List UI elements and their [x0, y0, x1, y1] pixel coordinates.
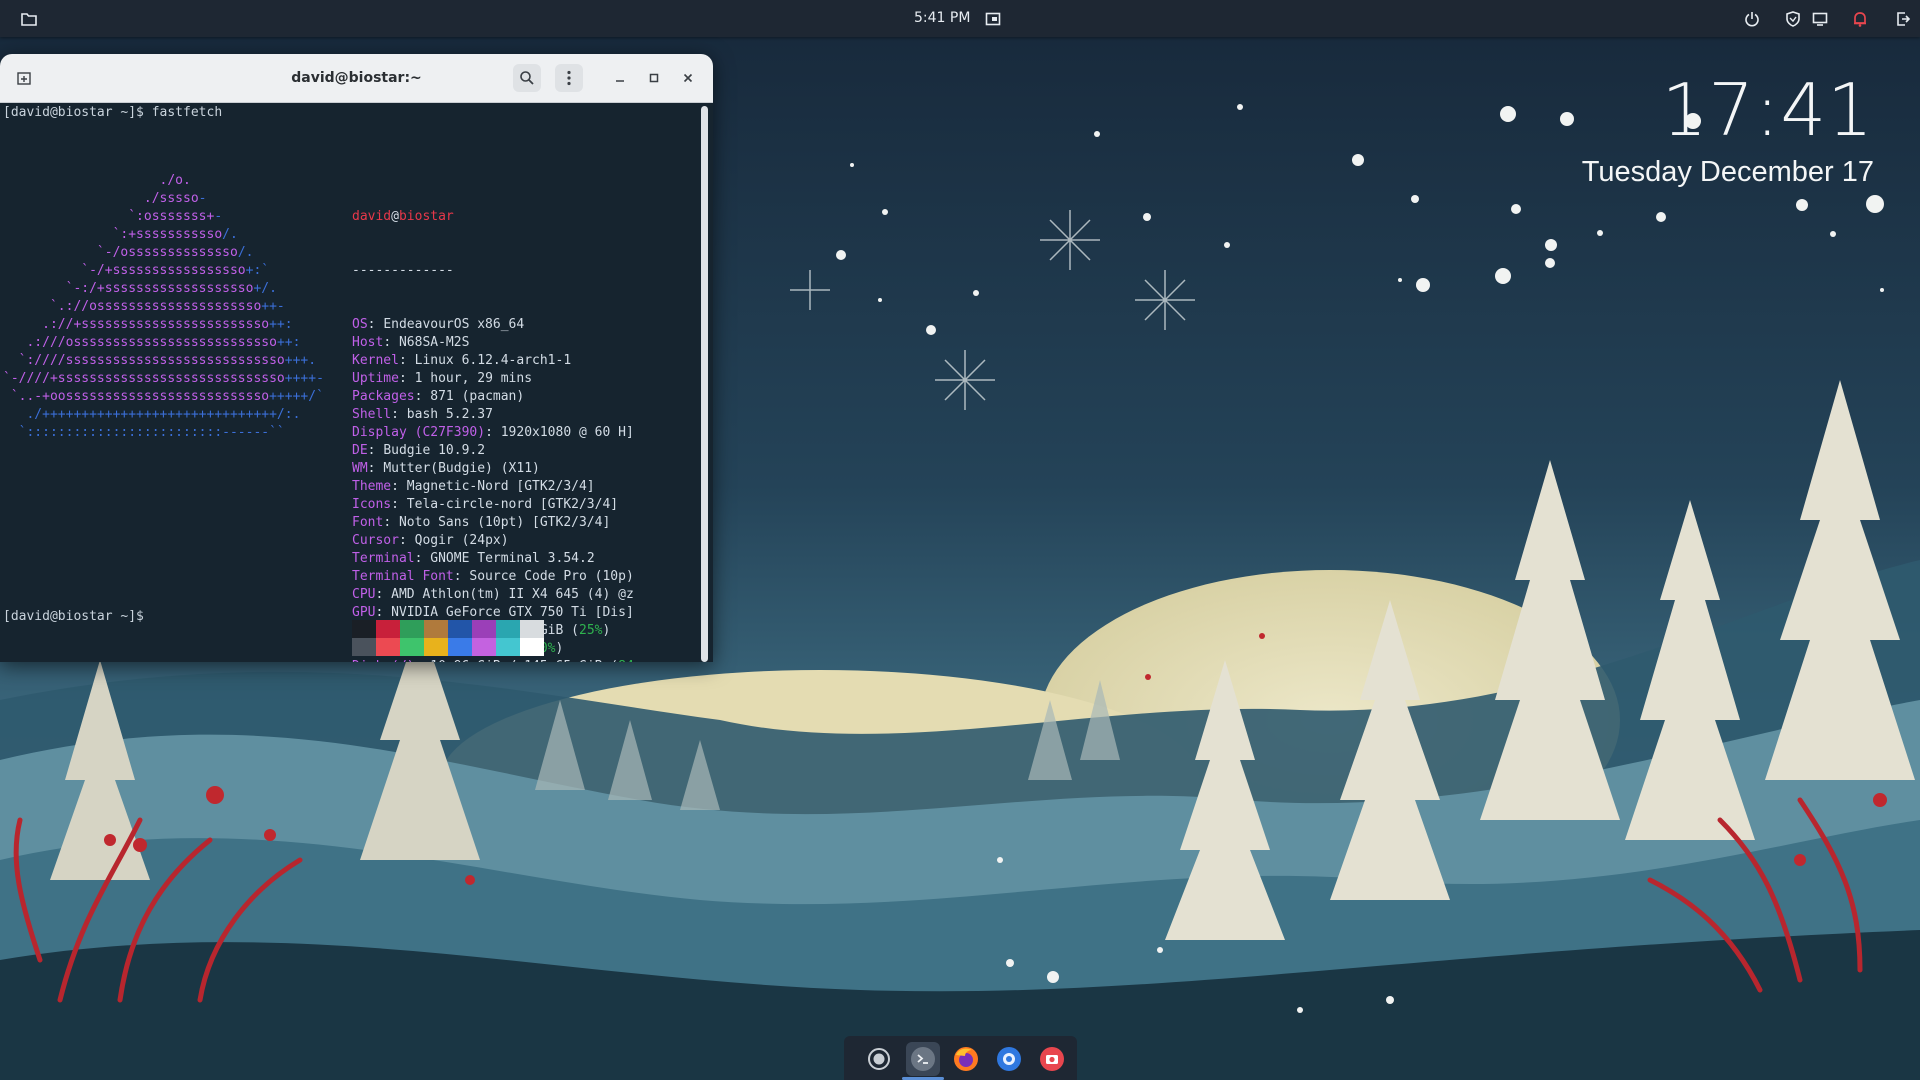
firefox-icon[interactable]	[949, 1042, 983, 1076]
logo-line: ./o.	[3, 173, 191, 188]
end-prompt: [david@biostar ~]$	[3, 609, 144, 624]
info-lines: OS: EndeavourOS x86_64 Host: N68SA-M2S Ker…	[352, 316, 634, 662]
at-sign: @	[391, 209, 399, 224]
info-line: Display (C27F390): 1920x1080 @ 60 H]	[352, 425, 634, 440]
info-line: Host: N68SA-M2S	[352, 335, 470, 350]
app-menu-icon[interactable]	[862, 1042, 896, 1076]
browser-icon[interactable]	[992, 1042, 1026, 1076]
color-swatch	[400, 638, 424, 656]
user-host-line: david@biostar	[352, 208, 634, 226]
terminal-icon[interactable]	[906, 1042, 940, 1076]
info-line: Font: Noto Sans (10pt) [GTK2/3/4]	[352, 515, 611, 530]
logout-icon[interactable]	[1888, 0, 1918, 37]
color-swatch	[496, 620, 520, 638]
hostname: biostar	[398, 209, 454, 224]
logo-line: `:::::::::::::::::::::::::------``	[3, 425, 285, 440]
color-swatch	[448, 638, 472, 656]
info-line: Disk (/): 10.96 GiB / 145.65 GiB (84	[352, 658, 634, 662]
info-line: Terminal: GNOME Terminal 3.54.2	[352, 551, 595, 566]
logo-line: .:///ossssssssssssssssssssssssso++:	[3, 335, 301, 350]
color-swatch	[496, 638, 520, 656]
display-icon[interactable]	[1805, 0, 1835, 37]
color-palette	[352, 620, 545, 656]
info-line: WM: Mutter(Budgie) (X11)	[352, 461, 540, 476]
menu-kebab-icon[interactable]	[555, 64, 583, 92]
color-swatch	[376, 638, 400, 656]
info-line: Cursor: Qogir (24px)	[352, 533, 509, 548]
logo-line: `-/+sssssssssssssssso+:`	[3, 263, 270, 278]
terminal-scrollbar[interactable]	[701, 106, 708, 662]
username: david	[352, 209, 392, 224]
logo-line: ./++++++++++++++++++++++++++++++/:.	[3, 407, 301, 422]
logo-line: `.://osssssssssssssssssssso++-	[3, 299, 285, 314]
color-swatch	[424, 638, 448, 656]
color-swatch	[352, 620, 376, 638]
info-line: Terminal Font: Source Code Pro (10p)	[352, 569, 634, 584]
dock	[844, 1036, 1077, 1080]
desktop-clock-time: 17:41	[1661, 68, 1874, 152]
shield-icon[interactable]	[1778, 0, 1808, 37]
logo-line: .://+ssssssssssssssssssssssso++:	[3, 317, 293, 332]
panel-clock[interactable]: 5:41 PM	[914, 0, 970, 37]
info-line: Uptime: 1 hour, 29 mins	[352, 371, 533, 386]
power-icon[interactable]	[1737, 0, 1767, 37]
color-swatch	[472, 638, 496, 656]
maximize-icon[interactable]	[640, 64, 668, 92]
info-line: DE: Budgie 10.9.2	[352, 443, 486, 458]
color-swatch	[424, 620, 448, 638]
terminal-titlebar[interactable]: david@biostar:~	[0, 54, 713, 103]
endeavouros-ascii-logo: ./o. ./sssso- `:osssssss+- `:+ssssssssss…	[3, 172, 324, 442]
logo-line: `:////ssssssssssssssssssssssssssso+++.	[3, 353, 317, 368]
close-icon[interactable]	[674, 64, 702, 92]
terminal-window[interactable]: david@biostar:~ [david@biostar ~]$ fastf…	[0, 54, 713, 662]
command-prompt: [david@biostar ~]$ fastfetch	[3, 105, 223, 120]
color-swatch	[448, 620, 472, 638]
info-line: OS: EndeavourOS x86_64	[352, 317, 525, 332]
info-line: Packages: 871 (pacman)	[352, 389, 525, 404]
logo-line: `:osssssss+-	[3, 209, 223, 224]
logo-line: `-:/+sssssssssssssssssso+/.	[3, 281, 277, 296]
info-line: Theme: Magnetic-Nord [GTK2/3/4]	[352, 479, 595, 494]
logo-line: `-////+sssssssssssssssssssssssssssso++++…	[3, 371, 324, 386]
info-line: CPU: AMD Athlon(tm) II X4 645 (4) @z	[352, 587, 634, 602]
color-swatch	[376, 620, 400, 638]
desktop-clock-date: Tuesday December 17	[1581, 156, 1874, 188]
color-swatch	[352, 638, 376, 656]
minimize-icon[interactable]	[606, 64, 634, 92]
info-line: Kernel: Linux 6.12.4-arch1-1	[352, 353, 572, 368]
logo-line: ./sssso-	[3, 191, 207, 206]
search-icon[interactable]	[513, 64, 541, 92]
bell-icon[interactable]	[1845, 0, 1875, 37]
screen-icon[interactable]	[978, 0, 1008, 37]
color-swatch	[520, 638, 544, 656]
terminal-output[interactable]: [david@biostar ~]$ fastfetch ./o. ./ssss…	[0, 102, 700, 662]
info-line: Shell: bash 5.2.37	[352, 407, 493, 422]
info-line: Icons: Tela-circle-nord [GTK2/3/4]	[352, 497, 619, 512]
color-swatch	[472, 620, 496, 638]
separator-line: -------------	[352, 263, 454, 278]
color-swatch	[400, 620, 424, 638]
logo-line: `:+sssssssssso/.	[3, 227, 238, 242]
system-info: david@biostar ------------- OS: Endeavou…	[352, 172, 634, 662]
folder-icon[interactable]	[14, 0, 44, 37]
logo-line: `..-+oossssssssssssssssssssssssso+++++/`	[3, 389, 324, 404]
desktop-clock-widget: 17:41 Tuesday December 17	[1582, 70, 1874, 192]
logo-line: `-/ossssssssssssso/.	[3, 245, 254, 260]
screenshot-icon[interactable]	[1035, 1042, 1069, 1076]
color-swatch	[520, 620, 544, 638]
top-panel: 5:41 PM	[0, 0, 1920, 37]
